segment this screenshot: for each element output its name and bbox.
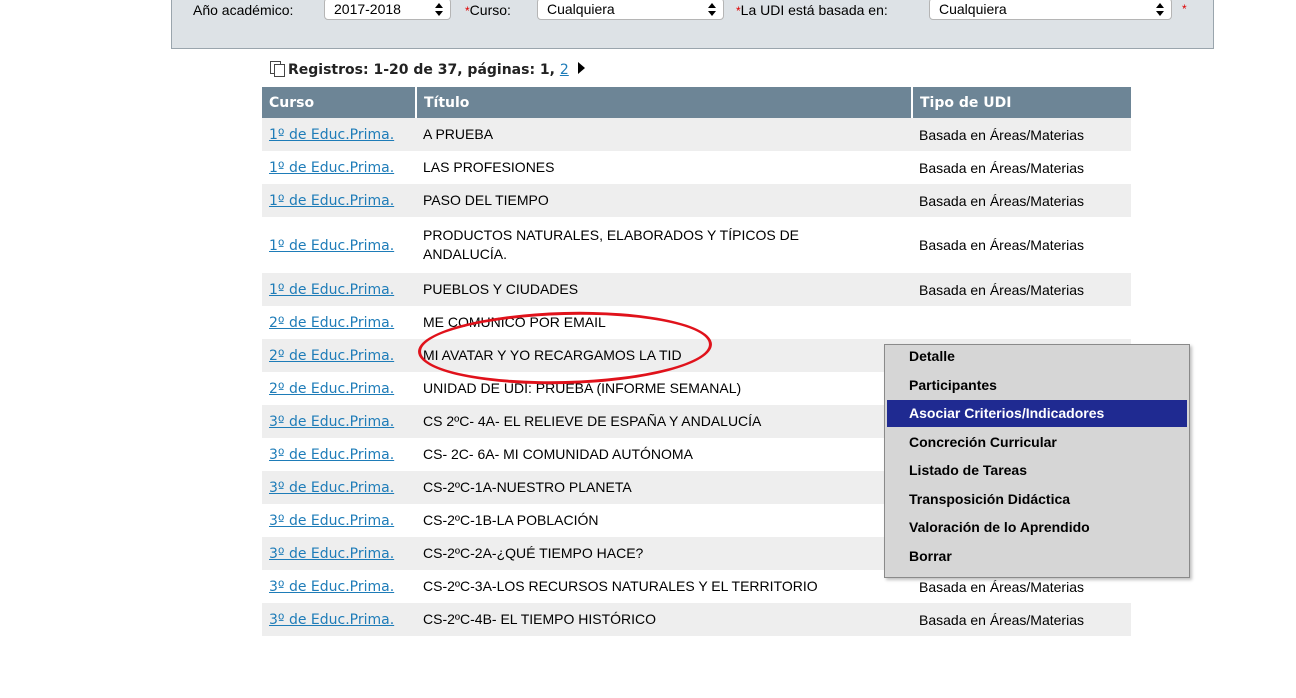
menu-item-listado-de-tareas[interactable]: Listado de Tareas bbox=[887, 457, 1187, 484]
required-mark: * bbox=[1182, 2, 1187, 16]
curso-link[interactable]: 3º de Educ.Prima. bbox=[269, 513, 394, 529]
records-text: Registros: 1-20 de 37, páginas: 1, bbox=[288, 62, 555, 78]
curso-link[interactable]: 3º de Educ.Prima. bbox=[269, 447, 394, 463]
cell-tipo: Basada en Áreas/Materias bbox=[912, 184, 1131, 217]
table-row[interactable]: 3º de Educ.Prima. CS-2ºC-4B- EL TIEMPO HI… bbox=[262, 603, 1131, 636]
menu-item-valoración-de-lo-aprendido[interactable]: Valoración de lo Aprendido bbox=[887, 514, 1187, 541]
cell-tipo: Basada en Áreas/Materias bbox=[912, 151, 1131, 184]
curso-link[interactable]: 2º de Educ.Prima. bbox=[269, 381, 394, 397]
cell-titulo[interactable]: CS-2ºC-1A-NUESTRO PLANETA bbox=[416, 471, 912, 504]
cell-titulo[interactable]: CS 2ºC- 4A- EL RELIEVE DE ESPAÑA Y ANDAL… bbox=[416, 405, 912, 438]
cell-curso: 3º de Educ.Prima. bbox=[262, 603, 416, 636]
cell-titulo[interactable]: PRODUCTOS NATURALES, ELABORADOS Y TÍPICO… bbox=[416, 217, 912, 273]
cell-tipo: Basada en Áreas/Materias bbox=[912, 118, 1131, 151]
year-select[interactable]: 2017-2018 bbox=[324, 0, 451, 20]
filter-bar: Año académico: 2017-2018 *Curso: Cualqui… bbox=[171, 0, 1214, 49]
table-row[interactable]: 1º de Educ.Prima. LAS PROFESIONES Basada e… bbox=[262, 151, 1131, 184]
cell-curso: 2º de Educ.Prima. bbox=[262, 339, 416, 372]
next-page-icon[interactable] bbox=[577, 62, 585, 74]
column-header-curso[interactable]: Curso bbox=[262, 87, 417, 118]
records-summary: Registros: 1-20 de 37, páginas: 1, 2 bbox=[270, 61, 585, 78]
table-row[interactable]: 1º de Educ.Prima. PASO DEL TIEMPO Basada e… bbox=[262, 184, 1131, 217]
curso-link[interactable]: 3º de Educ.Prima. bbox=[269, 579, 394, 595]
column-header-tipo[interactable]: Tipo de UDI bbox=[912, 87, 1131, 118]
cell-titulo[interactable]: PUEBLOS Y CIUDADES bbox=[416, 273, 912, 306]
course-select-value: Cualquiera bbox=[547, 1, 615, 17]
curso-link[interactable]: 1º de Educ.Prima. bbox=[269, 160, 394, 176]
course-label-text: Curso: bbox=[469, 2, 511, 18]
menu-item-asociar-criterios-indicadores[interactable]: Asociar Criterios/Indicadores bbox=[887, 400, 1187, 427]
year-label: Año académico: bbox=[193, 2, 294, 18]
cell-curso: 1º de Educ.Prima. bbox=[262, 151, 416, 184]
cell-titulo[interactable]: CS-2ºC-2A-¿QUÉ TIEMPO HACE? bbox=[416, 537, 912, 570]
cell-curso: 3º de Educ.Prima. bbox=[262, 471, 416, 504]
cell-titulo[interactable]: UNIDAD DE UDI: PRUEBA (INFORME SEMANAL) bbox=[416, 372, 912, 405]
page-2-link[interactable]: 2 bbox=[560, 62, 569, 78]
curso-link[interactable]: 2º de Educ.Prima. bbox=[269, 315, 394, 331]
cell-titulo[interactable]: LAS PROFESIONES bbox=[416, 151, 912, 184]
year-select-value: 2017-2018 bbox=[334, 1, 401, 17]
based-select-value: Cualquiera bbox=[939, 1, 1007, 17]
cell-curso: 3º de Educ.Prima. bbox=[262, 438, 416, 471]
menu-item-borrar[interactable]: Borrar bbox=[887, 543, 1187, 570]
cell-titulo[interactable]: CS-2ºC-3A-LOS RECURSOS NATURALES Y EL TE… bbox=[416, 570, 912, 603]
cell-tipo: Basada en Áreas/Materias bbox=[912, 217, 1131, 273]
cell-curso: 1º de Educ.Prima. bbox=[262, 184, 416, 217]
curso-link[interactable]: 3º de Educ.Prima. bbox=[269, 546, 394, 562]
cell-titulo[interactable]: CS-2ºC-1B-LA POBLACIÓN bbox=[416, 504, 912, 537]
copy-icon[interactable] bbox=[270, 61, 285, 77]
curso-link[interactable]: 2º de Educ.Prima. bbox=[269, 348, 394, 364]
based-label-text: La UDI está basada en: bbox=[740, 2, 888, 18]
course-label: *Curso: bbox=[465, 1, 511, 20]
select-arrows-icon bbox=[708, 3, 716, 16]
cell-tipo: Basada en Áreas/Materias bbox=[912, 603, 1131, 636]
based-select[interactable]: Cualquiera bbox=[929, 0, 1172, 20]
cell-curso: 1º de Educ.Prima. bbox=[262, 118, 416, 151]
select-arrows-icon bbox=[435, 3, 443, 16]
curso-link[interactable]: 3º de Educ.Prima. bbox=[269, 612, 394, 628]
cell-curso: 2º de Educ.Prima. bbox=[262, 372, 416, 405]
cell-titulo[interactable]: MI AVATAR Y YO RECARGAMOS LA TID bbox=[416, 339, 912, 372]
based-label: *La UDI está basada en: bbox=[736, 1, 888, 20]
context-menu: Detalle Participantes Asociar Criterios/In… bbox=[884, 344, 1190, 578]
curso-link[interactable]: 3º de Educ.Prima. bbox=[269, 414, 394, 430]
curso-link[interactable]: 1º de Educ.Prima. bbox=[269, 193, 394, 209]
cell-tipo bbox=[912, 306, 1131, 339]
curso-link[interactable]: 3º de Educ.Prima. bbox=[269, 480, 394, 496]
cell-curso: 3º de Educ.Prima. bbox=[262, 537, 416, 570]
table-header-row: Curso Título Tipo de UDI bbox=[262, 87, 1131, 118]
course-select[interactable]: Cualquiera bbox=[537, 0, 724, 20]
cell-curso: 3º de Educ.Prima. bbox=[262, 405, 416, 438]
menu-item-detalle[interactable]: Detalle bbox=[887, 343, 1187, 370]
cell-curso: 2º de Educ.Prima. bbox=[262, 306, 416, 339]
table-row[interactable]: 1º de Educ.Prima. A PRUEBA Basada en Áreas… bbox=[262, 118, 1131, 151]
cell-curso: 3º de Educ.Prima. bbox=[262, 504, 416, 537]
table-row[interactable]: 2º de Educ.Prima. ME COMUNICO POR EMAIL bbox=[262, 306, 1131, 339]
menu-item-concreción-curricular[interactable]: Concreción Curricular bbox=[887, 429, 1187, 456]
cell-titulo[interactable]: CS-2ºC-4B- EL TIEMPO HISTÓRICO bbox=[416, 603, 912, 636]
curso-link[interactable]: 1º de Educ.Prima. bbox=[269, 238, 394, 254]
menu-item-participantes[interactable]: Participantes bbox=[887, 372, 1187, 399]
cell-curso: 1º de Educ.Prima. bbox=[262, 217, 416, 273]
curso-link[interactable]: 1º de Educ.Prima. bbox=[269, 282, 394, 298]
cell-titulo[interactable]: A PRUEBA bbox=[416, 118, 912, 151]
column-header-titulo[interactable]: Título bbox=[416, 87, 913, 118]
select-arrows-icon bbox=[1156, 3, 1164, 16]
cell-curso: 1º de Educ.Prima. bbox=[262, 273, 416, 306]
cell-titulo[interactable]: PASO DEL TIEMPO bbox=[416, 184, 912, 217]
menu-item-transposición-didáctica[interactable]: Transposición Didáctica bbox=[887, 486, 1187, 513]
table-row[interactable]: 1º de Educ.Prima. PRODUCTOS NATURALES, EL… bbox=[262, 217, 1131, 273]
cell-tipo: Basada en Áreas/Materias bbox=[912, 273, 1131, 306]
cell-curso: 3º de Educ.Prima. bbox=[262, 570, 416, 603]
cell-titulo[interactable]: CS- 2C- 6A- MI COMUNIDAD AUTÓNOMA bbox=[416, 438, 912, 471]
cell-titulo[interactable]: ME COMUNICO POR EMAIL bbox=[416, 306, 912, 339]
table-row[interactable]: 1º de Educ.Prima. PUEBLOS Y CIUDADES Basad… bbox=[262, 273, 1131, 306]
curso-link[interactable]: 1º de Educ.Prima. bbox=[269, 127, 394, 143]
